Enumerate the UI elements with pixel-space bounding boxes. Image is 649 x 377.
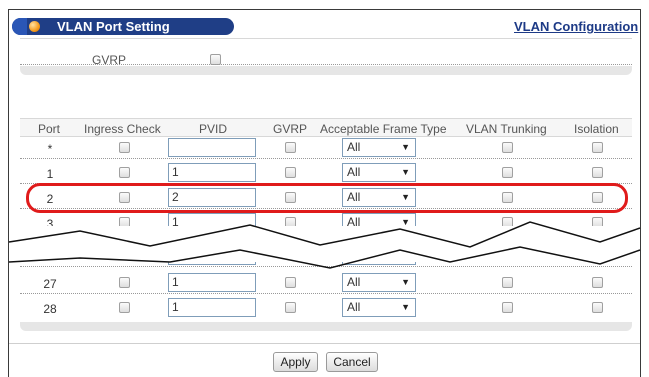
- highlight-port-2: [26, 183, 628, 213]
- ingress-check-checkbox[interactable]: [119, 302, 130, 313]
- cancel-button[interactable]: Cancel: [326, 352, 378, 372]
- apply-button[interactable]: Apply: [273, 352, 318, 372]
- port-cell: 27: [43, 277, 57, 291]
- frame-type-value: All: [347, 275, 361, 289]
- table-row: 27 1 All ▼: [20, 272, 632, 294]
- pvid-input[interactable]: 1: [168, 298, 256, 317]
- ingress-check-checkbox[interactable]: [119, 277, 130, 288]
- port-cell: 28: [43, 302, 57, 316]
- gvrp-checkbox[interactable]: [285, 302, 296, 313]
- row-divider: [20, 293, 632, 294]
- isolation-checkbox[interactable]: [592, 302, 603, 313]
- isolation-checkbox[interactable]: [592, 277, 603, 288]
- table-footer: [20, 322, 632, 331]
- chevron-down-icon: ▼: [401, 277, 410, 287]
- vlan-trunking-checkbox[interactable]: [502, 277, 513, 288]
- table-row: 28 1 All ▼: [20, 297, 632, 319]
- frame-type-select[interactable]: All ▼: [342, 298, 416, 317]
- divider: [9, 343, 640, 344]
- frame-type-select[interactable]: All ▼: [342, 273, 416, 292]
- gvrp-checkbox[interactable]: [285, 277, 296, 288]
- chevron-down-icon: ▼: [401, 302, 410, 312]
- pvid-input[interactable]: 1: [168, 273, 256, 292]
- frame-type-value: All: [347, 300, 361, 314]
- vlan-trunking-checkbox[interactable]: [502, 302, 513, 313]
